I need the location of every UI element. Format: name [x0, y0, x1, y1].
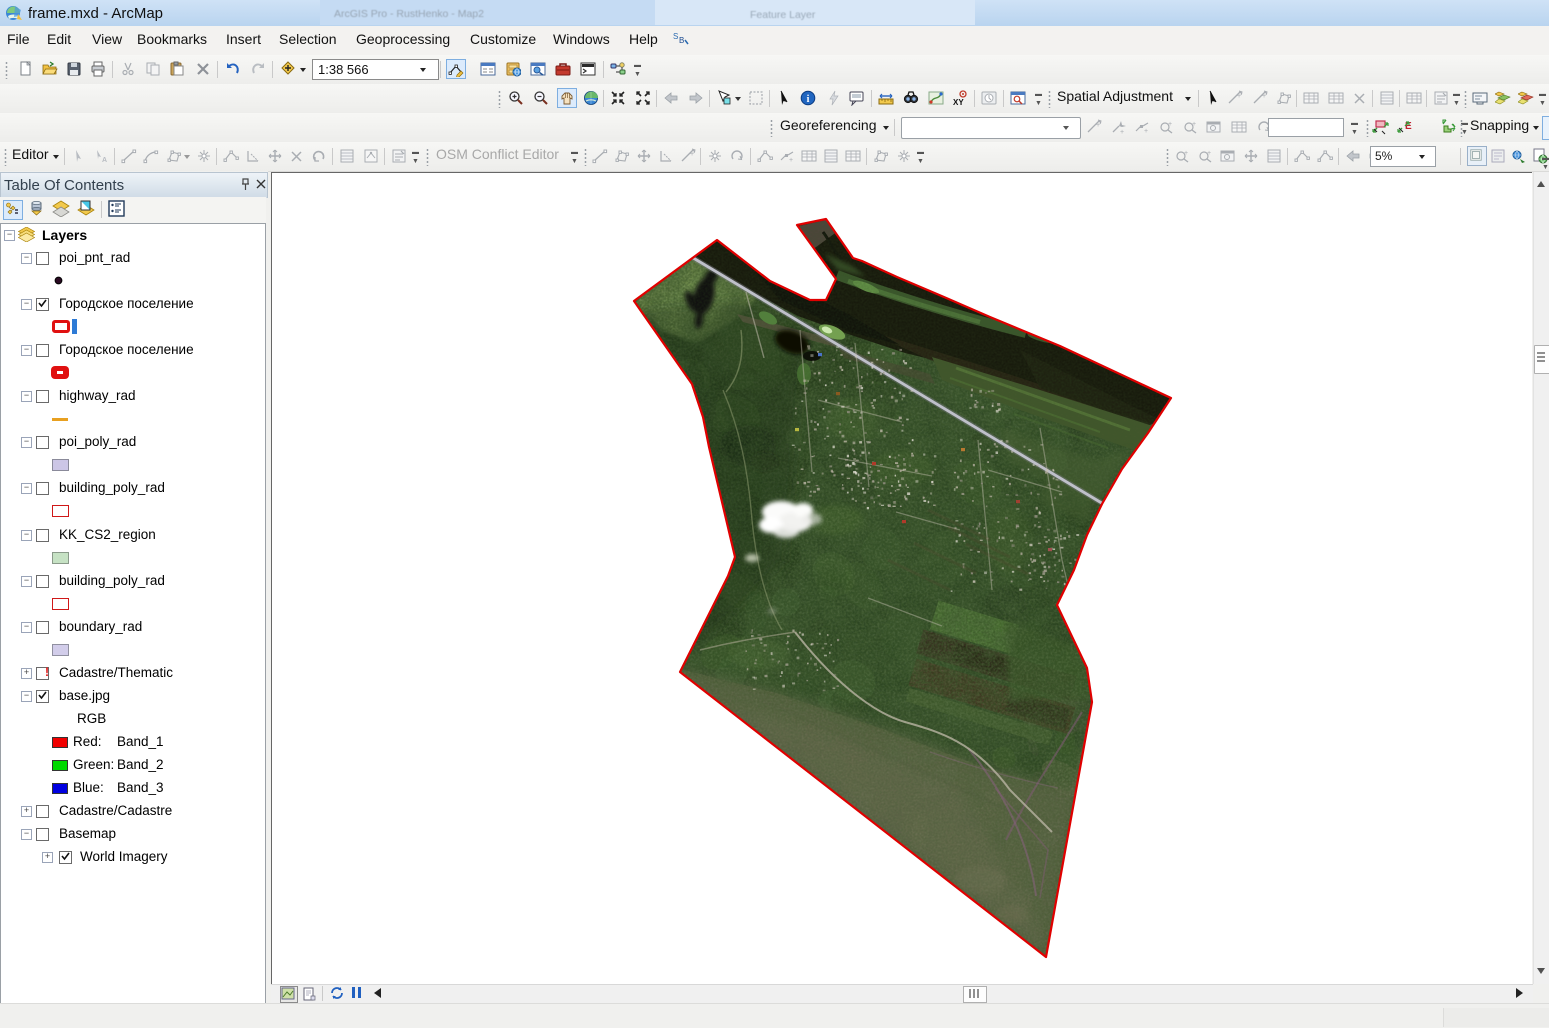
svg-text:S: S [673, 32, 678, 41]
svg-text:+: + [1096, 122, 1100, 129]
svg-text:i: i [807, 94, 810, 105]
svg-text:B: B [679, 36, 684, 45]
svg-text:+: + [1192, 121, 1196, 128]
svg-text:+: + [1120, 129, 1124, 135]
svg-text:+: + [1168, 121, 1172, 128]
svg-text:+: + [1207, 150, 1211, 157]
svg-text:A: A [102, 157, 107, 164]
svg-text:+: + [690, 151, 694, 158]
svg-text:+: + [1184, 150, 1188, 157]
svg-text:+: + [1237, 93, 1241, 100]
svg-text:+: + [1262, 93, 1266, 100]
svg-text:XY: XY [953, 98, 964, 106]
svg-text:+: + [789, 157, 793, 164]
svg-text:+: + [1144, 128, 1148, 135]
